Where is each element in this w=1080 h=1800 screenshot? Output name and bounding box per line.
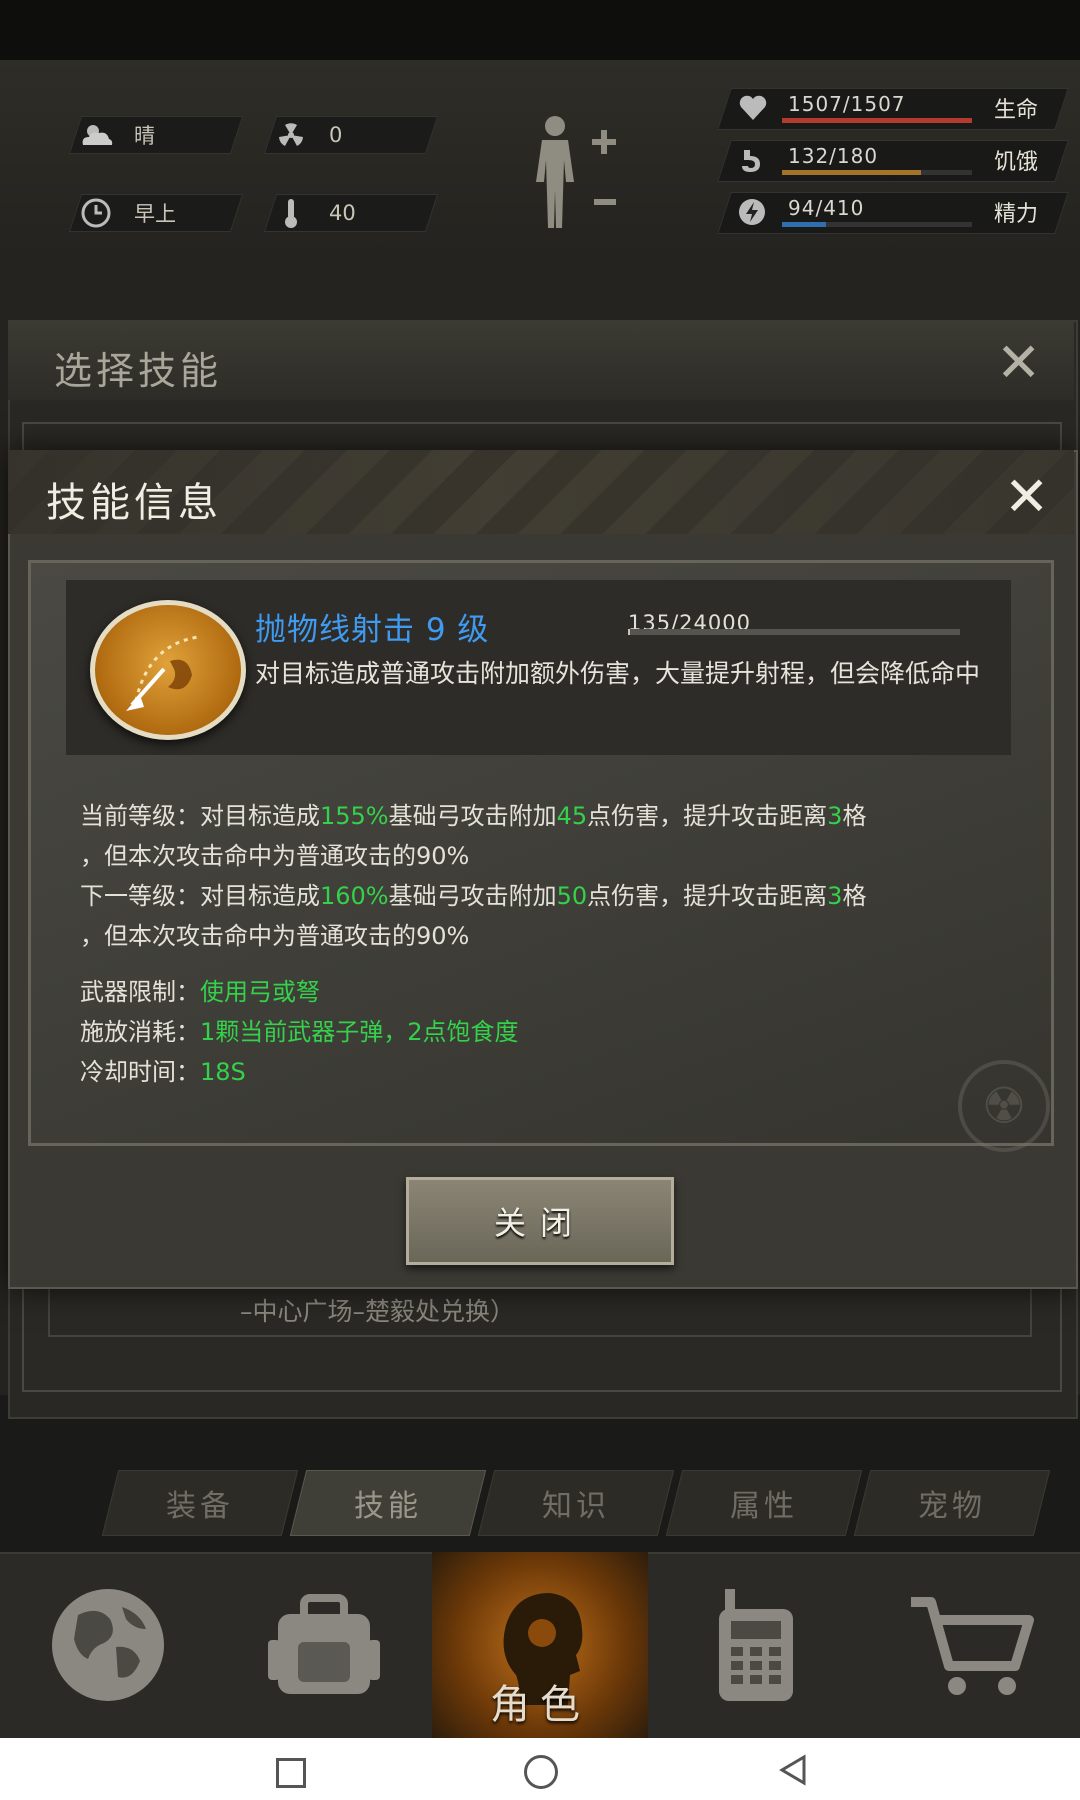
- tab-label: 知识: [542, 1489, 610, 1524]
- radio-icon: [719, 1589, 793, 1701]
- cooldown: 冷却时间：18S: [80, 1052, 519, 1092]
- radiation-stat: 0: [263, 116, 439, 154]
- skill-info-title: 技能信息: [46, 480, 222, 526]
- cast-cost: 施放消耗：1颗当前武器子弹，2点饱食度: [80, 1012, 519, 1052]
- list-item-text: –中心广场–楚毅处兑换）: [240, 1297, 516, 1326]
- tab-equipment[interactable]: 装备: [101, 1470, 299, 1536]
- next-pct: 160%: [320, 882, 389, 910]
- nav-shop[interactable]: [864, 1552, 1080, 1738]
- hp-fill: [782, 118, 972, 123]
- hp-bar: 1507/1507 生命: [717, 88, 1069, 130]
- globe-icon: [52, 1589, 164, 1701]
- nav-radio[interactable]: [648, 1552, 864, 1738]
- hunger-text: 132/180: [788, 144, 879, 168]
- back-button[interactable]: [778, 1754, 808, 1786]
- stomach-icon: [738, 146, 764, 178]
- cart-icon: [911, 1597, 1034, 1695]
- thermometer-icon: [271, 197, 311, 229]
- hp-text: 1507/1507: [788, 92, 906, 116]
- tab-label: 宠物: [918, 1489, 986, 1524]
- hunger-label: 饥饿: [994, 150, 1039, 175]
- next-suffix: 格: [842, 882, 867, 910]
- weather-stat: 晴: [68, 116, 244, 154]
- next-dmg: 50: [556, 882, 588, 910]
- current-pct: 155%: [320, 802, 389, 830]
- next-mid2: 点伤害，提升攻击距离: [587, 882, 828, 910]
- skill-info-close-icon[interactable]: ✕: [1004, 470, 1049, 524]
- skill-xp-fill: [628, 629, 630, 635]
- weapon-restriction: 武器限制：使用弓或弩: [80, 972, 519, 1012]
- current-mid: 基础弓攻击附加: [388, 802, 557, 830]
- time-stat: 早上: [68, 194, 244, 232]
- backpack-icon: [268, 1594, 380, 1694]
- hunger-bar: 132/180 饥饿: [717, 140, 1069, 182]
- nav-character[interactable]: 角色: [432, 1552, 648, 1738]
- radiation-value: 0: [329, 123, 343, 147]
- skill-xp-bar: [628, 629, 960, 635]
- energy-text: 94/410: [788, 196, 865, 220]
- tab-label: 属性: [730, 1489, 798, 1524]
- hp-label: 生命: [994, 98, 1039, 123]
- hunger-fill: [782, 170, 922, 175]
- cost-value: 1颗当前武器子弹，2点饱食度: [200, 1018, 519, 1046]
- current-level-line2: ，但本次攻击命中为普通攻击的90%: [80, 842, 470, 870]
- recents-button[interactable]: [276, 1758, 306, 1788]
- radiation-watermark-icon: ☢: [958, 1060, 1050, 1152]
- close-button[interactable]: 关闭: [406, 1177, 674, 1265]
- skill-name: 抛物线射击 9 级: [255, 612, 490, 648]
- current-suffix: 格: [842, 802, 867, 830]
- skill-requirements: 武器限制：使用弓或弩 施放消耗：1颗当前武器子弹，2点饱食度 冷却时间：18S: [80, 972, 519, 1092]
- current-range: 3: [827, 802, 843, 830]
- next-mid: 基础弓攻击附加: [388, 882, 557, 910]
- energy-fill: [782, 222, 826, 227]
- home-button[interactable]: [524, 1755, 558, 1789]
- temperature-stat: 40: [263, 194, 439, 232]
- cooldown-value: 18S: [200, 1058, 246, 1086]
- character-body-button[interactable]: [518, 112, 628, 232]
- tab-label: 装备: [166, 1489, 234, 1524]
- time-text: 早上: [134, 202, 176, 226]
- current-prefix: 当前等级：对目标造成: [80, 802, 320, 830]
- heart-icon: [738, 94, 768, 126]
- tab-label: 技能: [354, 1489, 422, 1524]
- select-skill-title: 选择技能: [54, 349, 223, 393]
- cloud-sun-icon: [76, 119, 116, 151]
- current-level-line: 当前等级：对目标造成155%基础弓攻击附加45点伤害，提升攻击距离3格: [80, 796, 1000, 836]
- next-prefix: 下一等级：对目标造成: [80, 882, 320, 910]
- cooldown-label: 冷却时间：: [80, 1058, 200, 1086]
- parabolic-shot-icon: [90, 600, 246, 740]
- nav-backpack[interactable]: [216, 1552, 432, 1738]
- current-mid2: 点伤害，提升攻击距离: [587, 802, 828, 830]
- select-skill-close-icon[interactable]: ✕: [996, 336, 1041, 390]
- next-level-line2: ，但本次攻击命中为普通攻击的90%: [80, 922, 470, 950]
- body-figure-icon: [536, 116, 616, 228]
- list-item: [48, 1285, 1032, 1337]
- next-level-line: 下一等级：对目标造成160%基础弓攻击附加50点伤害，提升攻击距离3格: [80, 876, 1000, 916]
- energy-label: 精力: [994, 202, 1039, 227]
- weapon-label: 武器限制：: [80, 978, 200, 1006]
- temperature-value: 40: [329, 201, 356, 225]
- tab-knowledge[interactable]: 知识: [477, 1470, 675, 1536]
- tab-pets[interactable]: 宠物: [853, 1470, 1051, 1536]
- energy-bar: 94/410 精力: [717, 192, 1069, 234]
- weapon-value: 使用弓或弩: [200, 978, 320, 1006]
- clock-icon: [76, 197, 116, 229]
- skill-level-details: 当前等级：对目标造成155%基础弓攻击附加45点伤害，提升攻击距离3格 ，但本次…: [80, 796, 1000, 956]
- status-bar: [0, 0, 1080, 60]
- next-range: 3: [827, 882, 843, 910]
- cost-label: 施放消耗：: [80, 1018, 200, 1046]
- weather-text: 晴: [134, 124, 155, 148]
- tab-skills[interactable]: 技能: [289, 1470, 487, 1536]
- nav-map[interactable]: [0, 1552, 216, 1738]
- nav-character-label: 角色: [490, 1682, 590, 1728]
- skill-description: 对目标造成普通攻击附加额外伤害，大量提升射程，但会降低命中: [255, 659, 981, 688]
- current-dmg: 45: [556, 802, 588, 830]
- radiation-icon: [271, 119, 311, 151]
- tab-attributes[interactable]: 属性: [665, 1470, 863, 1536]
- lightning-icon: [738, 198, 766, 230]
